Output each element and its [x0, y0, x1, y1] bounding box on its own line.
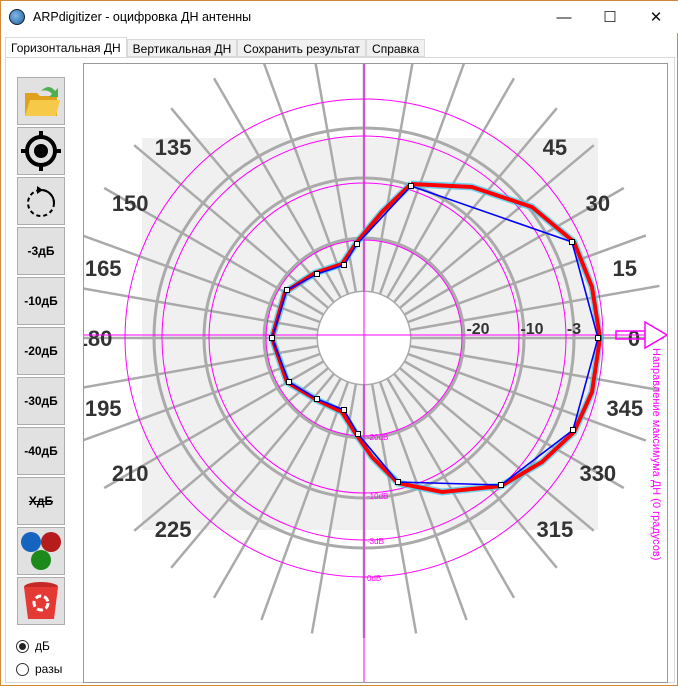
angle-label: 180: [84, 326, 112, 351]
rotate-icon: [27, 186, 55, 217]
ring-label: -20dB: [367, 433, 388, 442]
trace-point[interactable]: [570, 427, 576, 433]
angle-label: 210: [112, 461, 149, 486]
tab-save[interactable]: Сохранить результат: [237, 39, 367, 57]
trace-point[interactable]: [408, 183, 414, 189]
trace-point[interactable]: [341, 407, 347, 413]
angle-label: 225: [155, 517, 192, 542]
trace-point[interactable]: [284, 287, 290, 293]
minus-40db-button[interactable]: -40дБ: [17, 427, 65, 475]
radio-empty-icon: [16, 662, 29, 676]
close-button[interactable]: ✕: [633, 1, 678, 33]
trace-point[interactable]: [395, 479, 401, 485]
trace-point[interactable]: [569, 239, 575, 245]
rotate-button[interactable]: [17, 177, 65, 225]
trace-point[interactable]: [341, 262, 347, 268]
trace-point[interactable]: [314, 271, 320, 277]
plot-canvas[interactable]: 1354515030165151800195345210330225315 -2…: [83, 63, 668, 683]
angle-label: 195: [85, 396, 122, 421]
tab-bar: Горизонтальная ДН Вертикальная ДН Сохран…: [5, 37, 426, 58]
angle-label: 135: [155, 135, 192, 160]
crosshair-icon: [21, 131, 61, 171]
trace-point[interactable]: [286, 379, 292, 385]
trace-point[interactable]: [314, 396, 320, 402]
minus-3db-button[interactable]: -3дБ: [17, 227, 65, 275]
maximize-button[interactable]: ☐: [587, 1, 633, 33]
app-icon: [9, 9, 25, 25]
window-title: ARPdigitizer - оцифровка ДН антенны: [33, 10, 252, 24]
title-bar: ARPdigitizer - оцифровка ДН антенны — ☐ …: [1, 1, 678, 33]
angle-label: 330: [579, 461, 616, 486]
radio-selected-icon: [16, 639, 29, 653]
tab-horizontal[interactable]: Горизонтальная ДН: [5, 37, 127, 58]
angle-label: 150: [112, 191, 149, 216]
colors-button[interactable]: [17, 527, 65, 575]
custom-db-button[interactable]: ХдБ: [17, 477, 65, 525]
polar-plot[interactable]: 1354515030165151800195345210330225315 -2…: [84, 64, 668, 683]
units-times-label: разы: [35, 662, 63, 676]
tab-vertical[interactable]: Вертикальная ДН: [126, 39, 238, 57]
direction-label: Направление максимума ДН (0 градусов): [650, 348, 662, 560]
angle-label: 165: [85, 256, 122, 281]
recycle-bin-icon: [24, 582, 58, 619]
trace-point[interactable]: [355, 431, 361, 437]
units-db-radio[interactable]: дБ: [16, 639, 50, 653]
trace-point[interactable]: [498, 482, 504, 488]
color-balls-icon: [21, 532, 61, 570]
ring-label: -3dB: [367, 537, 384, 546]
trace-point[interactable]: [595, 335, 601, 341]
units-times-radio[interactable]: разы: [16, 662, 62, 676]
open-image-button[interactable]: [17, 77, 65, 125]
ring-label: -10dB: [367, 492, 388, 501]
tab-help[interactable]: Справка: [366, 39, 426, 57]
units-db-label: дБ: [35, 639, 50, 653]
trace-point[interactable]: [269, 335, 275, 341]
clear-button[interactable]: [17, 577, 65, 625]
angle-label: 345: [606, 396, 643, 421]
folder-open-icon: [25, 87, 60, 116]
angle-label: 45: [543, 135, 567, 160]
trace-point[interactable]: [354, 241, 360, 247]
angle-label: 315: [537, 517, 574, 542]
minus-10db-button[interactable]: -10дБ: [17, 277, 65, 325]
angle-label: 15: [613, 256, 637, 281]
minimize-button[interactable]: —: [541, 1, 587, 33]
minus-20db-button[interactable]: -20дБ: [17, 327, 65, 375]
set-center-button[interactable]: [17, 127, 65, 175]
ring-label: 0dB: [367, 574, 381, 583]
angle-label: 30: [586, 191, 610, 216]
minus-30db-button[interactable]: -30дБ: [17, 377, 65, 425]
